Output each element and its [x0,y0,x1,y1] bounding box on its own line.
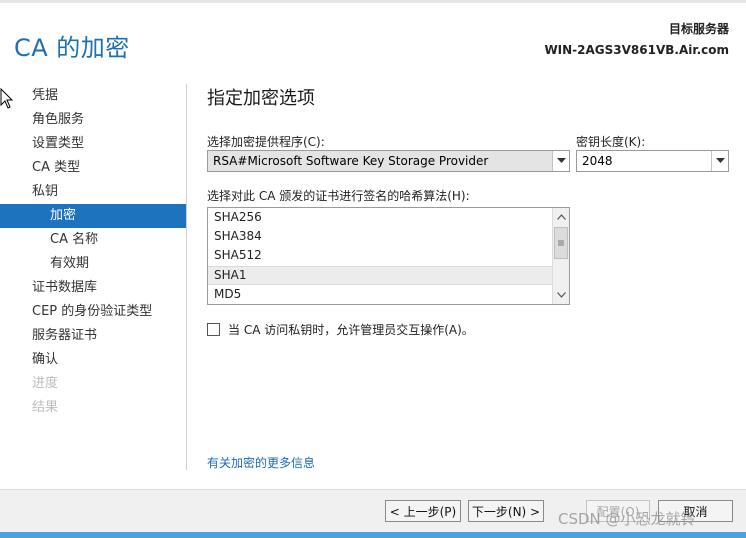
next-button[interactable]: 下一步(N) > [468,500,544,522]
top-border [0,0,746,3]
wizard-nav: 凭据 角色服务 设置类型 CA 类型 私钥 加密 CA 名称 有效期 证书数据库… [0,84,186,420]
chevron-down-icon[interactable] [552,151,569,171]
allow-admin-label: 当 CA 访问私钥时，允许管理员交互操作(A)。 [228,323,474,337]
list-item-sha256[interactable]: SHA256 [208,208,553,227]
nav-item-ca-name[interactable]: CA 名称 [0,228,186,252]
nav-item-private-key[interactable]: 私钥 [0,180,186,204]
key-length-dropdown[interactable]: 2048 [576,150,729,172]
nav-item-setup-type[interactable]: 设置类型 [0,132,186,156]
chevron-down-icon[interactable] [553,287,569,303]
allow-admin-checkbox[interactable] [207,323,220,336]
watermark: CSDN @小恐龙就铃 [558,510,696,528]
list-scrollbar[interactable] [552,208,569,304]
scrollbar-thumb[interactable] [554,227,568,259]
nav-item-results: 结果 [32,400,59,415]
list-item-sha384[interactable]: SHA384 [208,227,553,246]
list-item-sha1[interactable]: SHA1 [208,265,553,285]
nav-item-certificate-database[interactable]: 证书数据库 [0,276,186,300]
more-info-link[interactable]: 有关加密的更多信息 [207,454,315,471]
page-heading: 指定加密选项 [207,88,315,109]
nav-item-cep-auth-type[interactable]: CEP 的身份验证类型 [0,300,186,324]
previous-button[interactable]: < 上一步(P) [385,500,461,522]
nav-divider [186,84,187,470]
nav-item-confirmation[interactable]: 确认 [0,348,186,372]
provider-label: 选择加密提供程序(C): [207,135,325,149]
window-title: CA 的加密 [14,34,130,62]
nav-item-validity-period[interactable]: 有效期 [0,252,186,276]
chevron-down-icon[interactable] [711,151,728,171]
key-length-label: 密钥长度(K): [576,135,646,149]
hash-label: 选择对此 CA 颁发的证书进行签名的哈希算法(H): [207,189,470,203]
key-length-value: 2048 [582,154,613,168]
target-server-label: 目标服务器 [668,22,729,36]
list-item-sha512[interactable]: SHA512 [208,246,553,265]
nav-item-ca-type[interactable]: CA 类型 [0,156,186,180]
nav-item-server-certificate[interactable]: 服务器证书 [0,324,186,348]
bottom-accent-strip [0,532,746,538]
target-server-info: 目标服务器 WIN-2AGS3V861VB.Air.com [544,20,729,57]
provider-value: RSA#Microsoft Software Key Storage Provi… [213,154,489,168]
nav-item-cryptography[interactable]: 加密 [0,204,186,228]
nav-item-role-services[interactable]: 角色服务 [0,108,186,132]
hash-algorithm-list[interactable]: SHA256 SHA384 SHA512 SHA1 MD5 [207,207,570,305]
nav-item-credentials[interactable]: 凭据 [0,84,186,108]
list-item-md5[interactable]: MD5 [208,285,553,304]
provider-dropdown[interactable]: RSA#Microsoft Software Key Storage Provi… [207,150,570,172]
target-server-name: WIN-2AGS3V861VB.Air.com [544,43,729,57]
allow-admin-interaction-option[interactable]: 当 CA 访问私钥时，允许管理员交互操作(A)。 [207,321,474,338]
chevron-up-icon[interactable] [553,209,569,225]
nav-item-progress: 进度 [32,376,59,391]
